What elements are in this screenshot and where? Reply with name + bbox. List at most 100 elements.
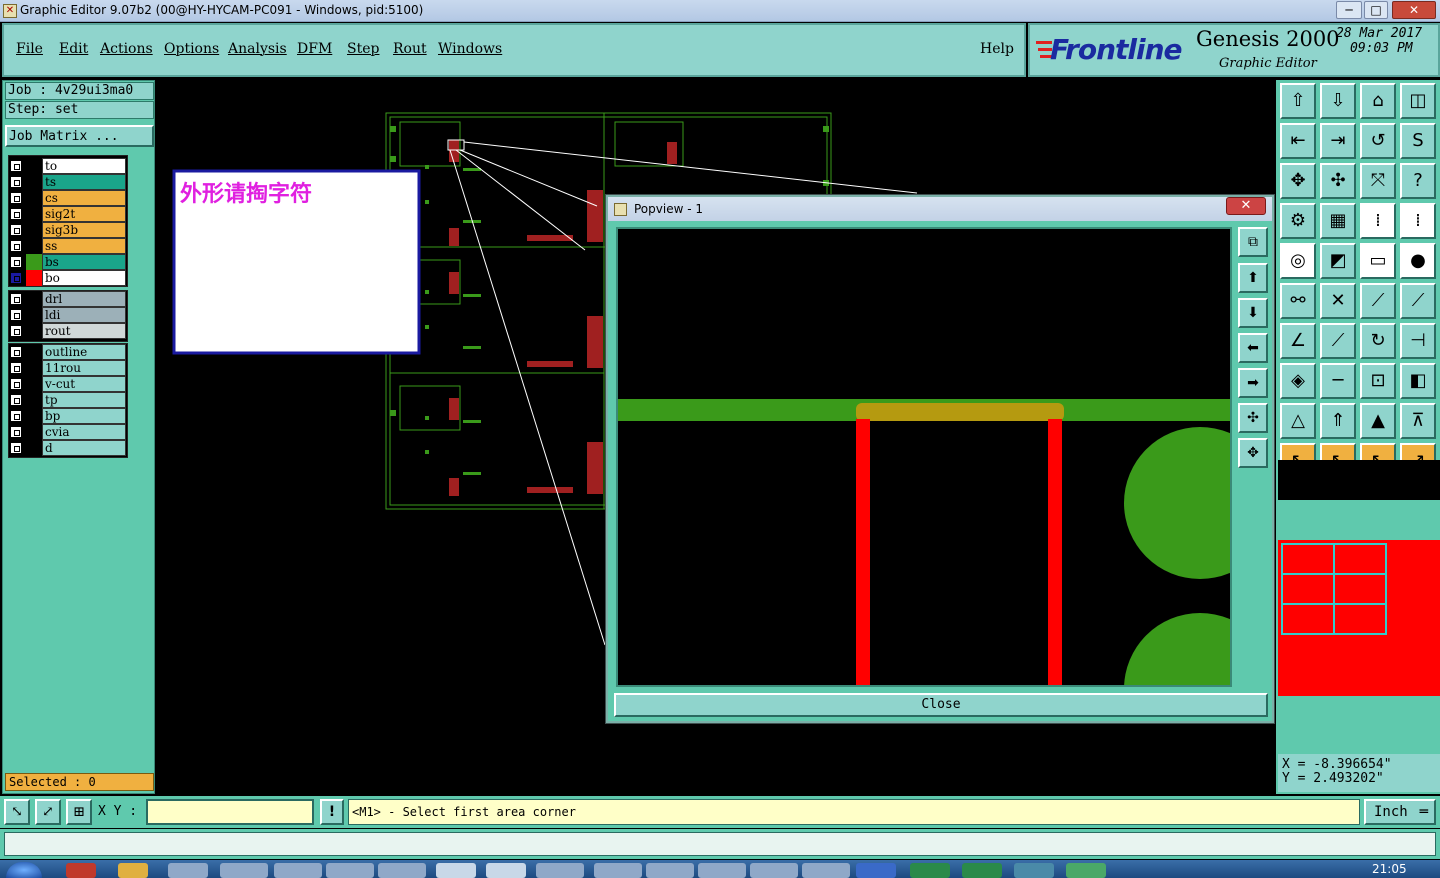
layer-row-ldi[interactable]: ldi	[9, 307, 126, 323]
menu-options[interactable]: Options	[164, 41, 219, 57]
popview-tool-5-icon[interactable]: ➡	[1238, 368, 1268, 398]
menu-file[interactable]: File	[16, 41, 43, 57]
taskbar-app-8-icon[interactable]	[436, 863, 476, 878]
layer-color-swatch[interactable]	[26, 408, 42, 424]
layer-color-swatch[interactable]	[26, 158, 42, 174]
job-matrix-button[interactable]: Job Matrix ...	[5, 125, 154, 147]
tool-button-14[interactable]: ▦	[1320, 203, 1356, 239]
layer-checkbox[interactable]	[10, 346, 22, 358]
layer-name[interactable]: bs	[42, 254, 126, 270]
taskbar-word-icon[interactable]	[856, 863, 896, 878]
alert-icon[interactable]: !	[320, 799, 344, 825]
layer-row-bs[interactable]: bs	[9, 254, 126, 270]
layer-name[interactable]: drl	[42, 291, 126, 307]
tool-button-32[interactable]: ◧	[1400, 363, 1436, 399]
tool-button-8[interactable]: S	[1400, 123, 1436, 159]
grid-tool-icon[interactable]: ⊞	[66, 799, 92, 825]
tool-button-34[interactable]: ⇑	[1320, 403, 1356, 439]
menu-analysis[interactable]: Analysis	[228, 41, 287, 57]
layer-checkbox[interactable]	[10, 426, 22, 438]
layer-row-bo[interactable]: bo	[9, 270, 126, 286]
layer-row-outline[interactable]: outline	[9, 344, 126, 360]
layer-color-swatch[interactable]	[26, 190, 42, 206]
layer-row-ts[interactable]: ts	[9, 174, 126, 190]
popview-tool-1-icon[interactable]: ⧉	[1238, 227, 1268, 257]
layer-checkbox[interactable]	[10, 256, 22, 268]
taskbar-app-7-icon[interactable]	[378, 863, 426, 878]
layer-name[interactable]: tp	[42, 392, 126, 408]
layer-row-d[interactable]: d	[9, 440, 126, 456]
layer-color-swatch[interactable]	[26, 376, 42, 392]
units-selector[interactable]: Inch ═	[1364, 799, 1436, 825]
popview-close-button[interactable]: Close	[614, 693, 1268, 717]
taskbar-app-10-icon[interactable]	[536, 863, 584, 878]
taskbar-app-1-icon[interactable]	[66, 863, 96, 878]
tool-button-4[interactable]: ◫	[1400, 83, 1436, 119]
layer-row-ss[interactable]: ss	[9, 238, 126, 254]
layer-row-cs[interactable]: cs	[9, 190, 126, 206]
layer-color-swatch[interactable]	[26, 238, 42, 254]
layer-checkbox[interactable]	[10, 378, 22, 390]
menu-rout[interactable]: Rout	[393, 41, 427, 57]
tool-button-27[interactable]: ↻	[1360, 323, 1396, 359]
taskbar-excel-icon[interactable]	[910, 863, 950, 878]
popview-tool-2-icon[interactable]: ⬆	[1238, 263, 1268, 293]
taskbar-app-12-icon[interactable]	[646, 863, 694, 878]
tool-button-35[interactable]: ▲	[1360, 403, 1396, 439]
tool-button-29[interactable]: ◈	[1280, 363, 1316, 399]
tool-button-33[interactable]: △	[1280, 403, 1316, 439]
popview-zoom-out-icon[interactable]: ✥	[1238, 438, 1268, 468]
menu-step[interactable]: Step	[347, 41, 379, 57]
tool-button-36[interactable]: ⊼	[1400, 403, 1436, 439]
taskbar-excel-2-icon[interactable]	[962, 863, 1002, 878]
layer-color-swatch[interactable]	[26, 307, 42, 323]
layer-row-drl[interactable]: drl	[9, 291, 126, 307]
layer-row-cvia[interactable]: cvia	[9, 424, 126, 440]
layer-checkbox[interactable]	[10, 240, 22, 252]
layer-color-swatch[interactable]	[26, 424, 42, 440]
menu-help[interactable]: Help	[980, 41, 1014, 57]
tool-button-17[interactable]: ◎	[1280, 243, 1316, 279]
layer-name[interactable]: ss	[42, 238, 126, 254]
layer-row-rout[interactable]: rout	[9, 323, 126, 339]
layer-color-swatch[interactable]	[26, 360, 42, 376]
xy-input[interactable]	[146, 799, 314, 825]
close-window-button[interactable]: ✕	[1392, 1, 1436, 19]
layer-color-swatch[interactable]	[26, 344, 42, 360]
tool-button-31[interactable]: ⊡	[1360, 363, 1396, 399]
taskbar-app-14-icon[interactable]	[750, 863, 798, 878]
minimize-button[interactable]: ─	[1336, 1, 1362, 19]
command-line[interactable]	[4, 832, 1436, 856]
layer-name[interactable]: ts	[42, 174, 126, 190]
taskbar-app-6-icon[interactable]	[326, 863, 374, 878]
tool-button-7[interactable]: ↺	[1360, 123, 1396, 159]
tool-button-9[interactable]: ✥	[1280, 163, 1316, 199]
start-button-icon[interactable]	[6, 862, 42, 878]
layer-color-swatch[interactable]	[26, 174, 42, 190]
measure-tool-icon[interactable]: ⤢	[35, 799, 61, 825]
layer-name[interactable]: d	[42, 440, 126, 456]
tool-button-11[interactable]: ⤧	[1360, 163, 1396, 199]
layer-checkbox[interactable]	[10, 208, 22, 220]
tool-button-16[interactable]: ⁞	[1400, 203, 1436, 239]
tool-button-5[interactable]: ⇤	[1280, 123, 1316, 159]
layer-checkbox[interactable]	[10, 272, 22, 284]
popview-zoom-in-icon[interactable]: ✣	[1238, 403, 1268, 433]
taskbar-app-17-icon[interactable]	[1066, 863, 1106, 878]
tool-button-13[interactable]: ⚙	[1280, 203, 1316, 239]
tool-button-1[interactable]: ⇧	[1280, 83, 1316, 119]
layer-row-sig2t[interactable]: sig2t	[9, 206, 126, 222]
layer-name[interactable]: sig2t	[42, 206, 126, 222]
layer-name[interactable]: ldi	[42, 307, 126, 323]
layer-name[interactable]: sig3b	[42, 222, 126, 238]
layer-color-swatch[interactable]	[26, 440, 42, 456]
tool-button-30[interactable]: ─	[1320, 363, 1356, 399]
tool-button-6[interactable]: ⇥	[1320, 123, 1356, 159]
tool-button-21[interactable]: ⚯	[1280, 283, 1316, 319]
menu-dfm[interactable]: DFM	[297, 41, 332, 57]
taskbar-app-11-icon[interactable]	[594, 863, 642, 878]
tool-button-10[interactable]: ✣	[1320, 163, 1356, 199]
layer-checkbox[interactable]	[10, 394, 22, 406]
layer-name[interactable]: to	[42, 158, 126, 174]
snap-tool-icon[interactable]: ⤡	[4, 799, 30, 825]
